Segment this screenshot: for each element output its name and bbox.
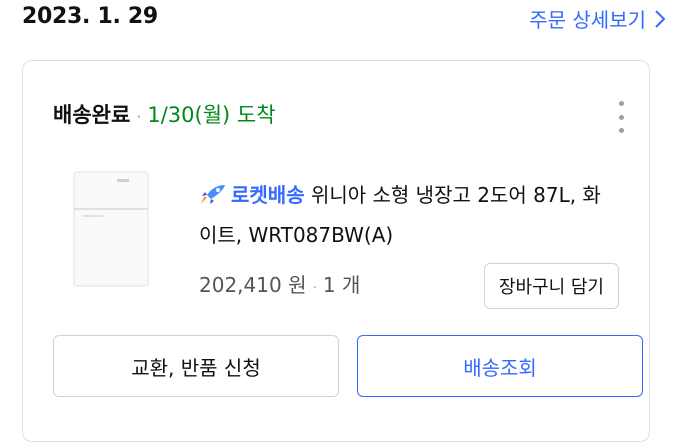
rocket-delivery-badge: 로켓배송	[199, 183, 311, 207]
rocket-icon	[201, 185, 225, 204]
product-info[interactable]: 로켓배송 위니아 소형 냉장고 2도어 87L, 화 이트, WRT087BW(…	[199, 175, 639, 255]
delivery-status-row: 배송완료 · 1/30(월) 도착	[53, 99, 276, 129]
product-price: 202,410 원	[199, 273, 307, 297]
status-separator: ·	[136, 107, 142, 126]
product-name-line1: 위니아 소형 냉장고 2도어 87L, 화	[310, 183, 601, 207]
arrival-date: 1/30(월) 도착	[147, 103, 276, 127]
more-vertical-icon[interactable]	[613, 101, 629, 133]
price-row: 202,410 원 · 1 개	[199, 269, 360, 298]
order-detail-label: 주문 상세보기	[529, 8, 646, 32]
product-thumbnail[interactable]	[73, 171, 149, 287]
return-exchange-button[interactable]: 교환, 반품 신청	[53, 335, 339, 397]
order-detail-link[interactable]: 주문 상세보기	[529, 4, 666, 33]
price-separator: ·	[312, 280, 317, 296]
rocket-badge-label: 로켓배송	[231, 183, 305, 207]
product-name-line2: 이트, WRT087BW(A)	[199, 223, 394, 247]
order-card: 배송완료 · 1/30(월) 도착 로켓배송 위니아 소형 냉장고 2도어 87…	[22, 60, 650, 442]
add-to-cart-button[interactable]: 장바구니 담기	[483, 263, 619, 309]
product-quantity: 1 개	[322, 273, 361, 297]
track-delivery-button[interactable]: 배송조회	[357, 335, 643, 397]
chevron-right-icon	[655, 9, 666, 28]
delivery-status: 배송완료	[53, 103, 131, 127]
order-date: 2023. 1. 29	[22, 4, 158, 29]
